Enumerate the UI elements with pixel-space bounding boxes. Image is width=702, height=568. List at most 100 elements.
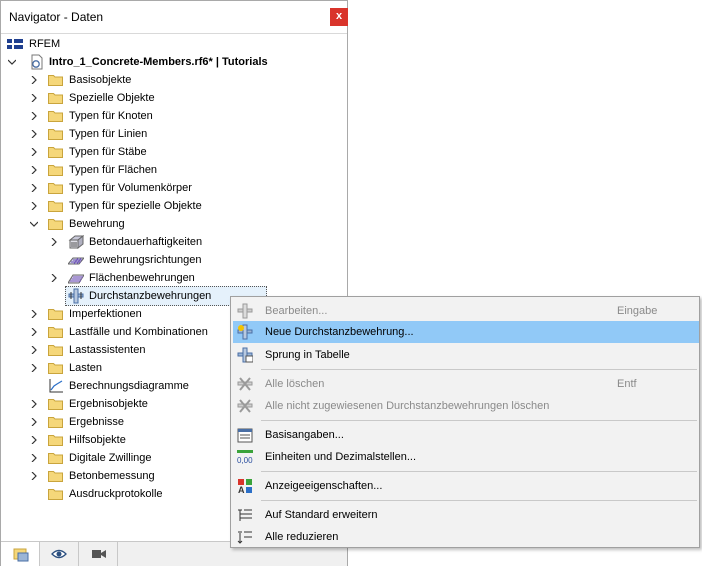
new-punching-reinforcement-icon — [237, 324, 253, 340]
tree-item-typen-staebe[interactable]: Typen für Stäbe — [29, 143, 329, 161]
menu-item-label: Bearbeiten... — [265, 305, 328, 317]
tree-item-label: Bewehrung — [69, 218, 125, 230]
menu-separator — [261, 420, 697, 421]
folder-icon — [48, 309, 63, 320]
menu-item-label: Einheiten und Dezimalstellen... — [265, 451, 417, 463]
menu-item-einheiten[interactable]: 0,00 Einheiten und Dezimalstellen... — [233, 446, 699, 468]
tree-item-typen-linien[interactable]: Typen für Linien — [29, 125, 329, 143]
menu-item-shortcut: Entf — [617, 378, 637, 390]
chevron-right-icon[interactable] — [29, 71, 39, 89]
menu-separator — [261, 471, 697, 472]
chevron-right-icon[interactable] — [49, 233, 59, 251]
concrete-durability-icon — [68, 234, 84, 250]
expand-default-icon — [238, 509, 252, 521]
chevron-right-icon[interactable] — [29, 107, 39, 125]
menu-item-label: Basisangaben... — [265, 429, 344, 441]
chevron-right-icon[interactable] — [29, 449, 39, 467]
base-data-icon — [237, 428, 253, 443]
tree-item-bewehrungsrichtungen[interactable]: Bewehrungsrichtungen — [49, 251, 329, 269]
menu-item-bearbeiten[interactable]: Bearbeiten... Eingabe — [233, 300, 699, 322]
folder-icon — [48, 219, 63, 230]
close-button[interactable]: x — [330, 8, 348, 26]
reinforcement-direction-icon — [68, 257, 84, 265]
chevron-right-icon[interactable] — [29, 395, 39, 413]
tree-item-spezielle-objekte[interactable]: Spezielle Objekte — [29, 89, 329, 107]
chevron-down-icon[interactable] — [7, 53, 17, 71]
tree-item-label: Betondauerhaftigkeiten — [89, 236, 203, 248]
menu-item-alle-reduzieren[interactable]: Alle reduzieren — [233, 526, 699, 548]
tab-views[interactable] — [79, 542, 118, 566]
chevron-down-icon[interactable] — [29, 215, 39, 233]
folder-icon — [48, 93, 63, 104]
tree-item-flaechenbewehrungen[interactable]: Flächenbewehrungen — [49, 269, 329, 287]
chevron-right-icon[interactable] — [29, 197, 39, 215]
menu-item-sprung-in-tabelle[interactable]: Sprung in Tabelle — [233, 344, 699, 366]
chevron-right-icon[interactable] — [29, 341, 39, 359]
tree-root-rfem[interactable]: RFEM — [7, 35, 207, 53]
chevron-right-icon[interactable] — [29, 323, 39, 341]
menu-separator — [261, 369, 697, 370]
chevron-right-icon[interactable] — [29, 305, 39, 323]
collapse-all-icon — [237, 531, 252, 544]
tree-item-bewehrung[interactable]: Bewehrung — [29, 215, 329, 233]
menu-item-alle-loeschen[interactable]: Alle löschen Entf — [233, 373, 699, 395]
tree-item-label: Digitale Zwillinge — [69, 452, 152, 464]
display-properties-icon: A — [238, 479, 252, 494]
chevron-right-icon[interactable] — [29, 467, 39, 485]
tree-item-label: Ausdruckprotokolle — [69, 488, 163, 500]
menu-separator — [261, 500, 697, 501]
tree-item-label: Typen für Linien — [69, 128, 148, 140]
folder-icon — [48, 417, 63, 428]
menu-item-alle-nicht-zugewiesenen-loeschen[interactable]: Alle nicht zugewiesenen Durchstanzbewehr… — [233, 395, 699, 417]
chevron-right-icon[interactable] — [29, 143, 39, 161]
tree-item-label: Durchstanzbewehrungen — [89, 290, 212, 302]
folder-icon — [48, 183, 63, 194]
chevron-right-icon[interactable] — [29, 125, 39, 143]
units-decimals-icon: 0,00 — [237, 450, 253, 465]
menu-item-neue-durchstanzbewehrung[interactable]: Neue Durchstanzbewehrung... — [233, 321, 699, 343]
tree-item-typen-volumenkoerper[interactable]: Typen für Volumenkörper — [29, 179, 329, 197]
tab-display[interactable] — [40, 542, 79, 566]
tree-item-label: Lastassistenten — [69, 344, 146, 356]
folder-icon — [48, 345, 63, 356]
punching-reinforcement-icon — [68, 288, 84, 304]
chevron-right-icon[interactable] — [29, 359, 39, 377]
menu-item-label: Alle löschen — [265, 378, 325, 390]
tab-data[interactable] — [1, 542, 40, 566]
folder-icon — [48, 75, 63, 86]
tree-item-label: Berechnungsdiagramme — [69, 380, 189, 392]
menu-item-label: Anzeigeeigenschaften... — [265, 480, 383, 492]
folder-icon — [48, 399, 63, 410]
tree-item-typen-spezielle-objekte[interactable]: Typen für spezielle Objekte — [29, 197, 329, 215]
tree-project[interactable]: Intro_1_Concrete-Members.rf6* | Tutorial… — [7, 53, 337, 71]
tree-item-label: Spezielle Objekte — [69, 92, 155, 104]
chevron-right-icon[interactable] — [29, 161, 39, 179]
tree-item-label: Typen für Knoten — [69, 110, 153, 122]
chevron-right-icon[interactable] — [29, 89, 39, 107]
chevron-right-icon[interactable] — [49, 269, 59, 287]
tree-item-typen-flaechen[interactable]: Typen für Flächen — [29, 161, 329, 179]
tree-item-label: Betonbemessung — [69, 470, 155, 482]
tree-item-betondauerhaftigkeiten[interactable]: Betondauerhaftigkeiten — [49, 233, 329, 251]
tree-item-typen-knoten[interactable]: Typen für Knoten — [29, 107, 329, 125]
menu-item-label: Neue Durchstanzbewehrung... — [265, 326, 414, 338]
delete-icon — [237, 377, 253, 391]
chevron-right-icon[interactable] — [29, 431, 39, 449]
context-menu: Bearbeiten... Eingabe Neue Durchstanzbew… — [230, 296, 700, 548]
title-bar: Navigator - Daten x — [1, 1, 348, 33]
menu-item-label: Alle nicht zugewiesenen Durchstanzbewehr… — [265, 400, 550, 412]
folder-icon — [48, 435, 63, 446]
tree-item-basisobjekte[interactable]: Basisobjekte — [29, 71, 329, 89]
folder-icon — [48, 489, 63, 500]
chevron-right-icon[interactable] — [29, 413, 39, 431]
menu-item-anzeigeeigenschaften[interactable]: A Anzeigeeigenschaften... — [233, 475, 699, 497]
tree-item-label: Bewehrungsrichtungen — [89, 254, 202, 266]
svg-text:A: A — [238, 485, 245, 494]
menu-item-basisangaben[interactable]: Basisangaben... — [233, 424, 699, 446]
chevron-right-icon[interactable] — [29, 179, 39, 197]
tree-item-label: Typen für Flächen — [69, 164, 158, 176]
project-label: Intro_1_Concrete-Members.rf6* | Tutorial… — [49, 56, 268, 68]
menu-item-auf-standard-erweitern[interactable]: Auf Standard erweitern — [233, 504, 699, 526]
folder-icon — [48, 201, 63, 212]
data-navigator-icon — [13, 548, 29, 562]
